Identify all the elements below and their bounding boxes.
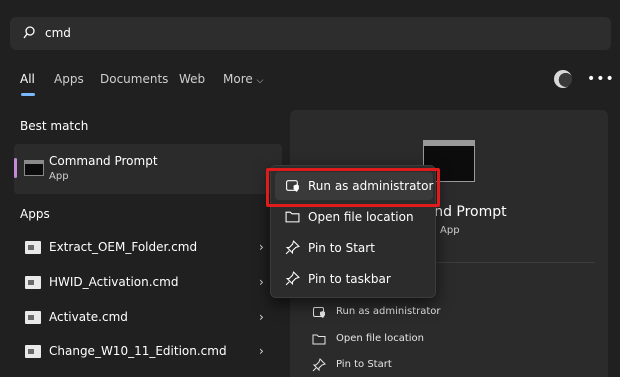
pin-icon (285, 240, 300, 258)
app-result-name: Change_W10_11_Edition.cmd (49, 344, 227, 358)
detail-action-pin-start[interactable]: Pin to Start (312, 356, 512, 376)
best-match-subtitle: App (49, 171, 69, 182)
app-result-item[interactable]: Activate.cmd › (14, 303, 282, 333)
tab-documents[interactable]: Documents (100, 72, 168, 86)
tab-more-label: More (223, 72, 253, 86)
pin-icon (312, 358, 326, 375)
folder-icon (285, 209, 300, 227)
selection-accent (14, 158, 17, 178)
tab-all[interactable]: All (20, 72, 35, 86)
tab-web[interactable]: Web (179, 72, 205, 86)
more-options-icon[interactable]: ••• (587, 71, 615, 87)
menu-item-pin-to-taskbar[interactable]: Pin to taskbar (275, 265, 433, 293)
folder-icon (312, 332, 326, 349)
search-box[interactable] (10, 17, 611, 50)
menu-item-label: Pin to Start (308, 241, 375, 255)
command-prompt-icon (24, 160, 44, 176)
chevron-right-icon[interactable]: › (259, 344, 264, 358)
search-input[interactable] (45, 23, 585, 43)
chevron-right-icon[interactable]: › (259, 310, 264, 324)
detail-subtitle: App (440, 225, 460, 236)
best-match-heading: Best match (20, 119, 89, 133)
cmd-file-icon (25, 311, 41, 324)
best-match-title: Command Prompt (49, 154, 158, 168)
tab-more[interactable]: More ⌵ (223, 72, 263, 86)
menu-item-open-file-location[interactable]: Open file location (275, 203, 433, 231)
app-result-name: Activate.cmd (49, 310, 128, 324)
app-result-name: HWID_Activation.cmd (49, 275, 179, 289)
detail-action-label: Pin to Start (336, 359, 392, 370)
app-result-item[interactable]: Extract_OEM_Folder.cmd › (14, 233, 282, 263)
user-avatar[interactable] (554, 70, 572, 88)
cmd-file-icon (25, 276, 41, 289)
detail-action-run-as-admin[interactable]: Run as administrator (312, 303, 512, 323)
app-result-item[interactable]: Change_W10_11_Edition.cmd › (14, 337, 282, 367)
menu-item-label: Pin to taskbar (308, 272, 391, 286)
menu-item-label: Open file location (308, 210, 414, 224)
cmd-file-icon (25, 241, 41, 254)
annotation-highlight-box (266, 168, 440, 207)
active-tab-indicator (21, 93, 35, 96)
pin-icon (285, 271, 300, 289)
app-result-item[interactable]: HWID_Activation.cmd › (14, 268, 282, 298)
detail-action-label: Open file location (336, 333, 424, 344)
chevron-right-icon[interactable]: › (259, 275, 264, 289)
shield-icon (312, 305, 326, 322)
detail-action-open-location[interactable]: Open file location (312, 330, 512, 350)
chevron-down-icon: ⌵ (256, 76, 264, 86)
best-match-result[interactable]: Command Prompt App (14, 144, 282, 194)
detail-action-label: Run as administrator (336, 306, 441, 317)
chevron-right-icon[interactable]: › (259, 240, 264, 254)
tab-apps[interactable]: Apps (54, 72, 84, 86)
app-result-name: Extract_OEM_Folder.cmd (49, 240, 198, 254)
search-icon (23, 26, 35, 43)
menu-item-pin-to-start[interactable]: Pin to Start (275, 234, 433, 262)
cmd-file-icon (25, 345, 41, 358)
apps-heading: Apps (20, 207, 50, 221)
